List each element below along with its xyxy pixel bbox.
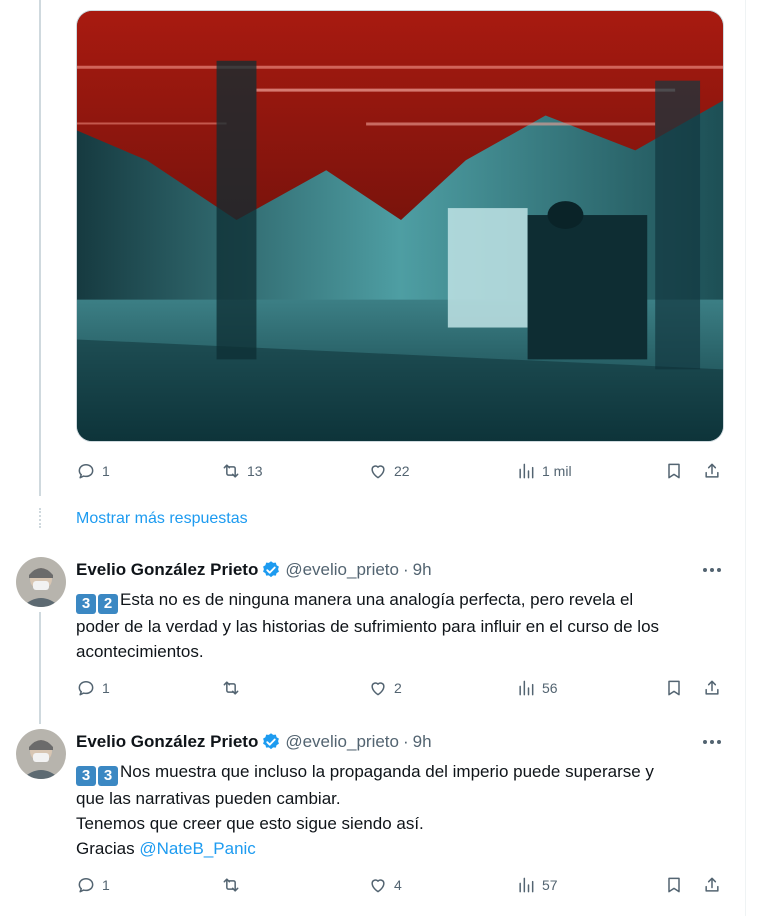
more-options-button[interactable] xyxy=(700,732,724,752)
display-name[interactable]: Evelio González Prieto xyxy=(76,560,258,580)
view-count: 57 xyxy=(542,877,558,893)
heart-icon xyxy=(371,682,385,696)
tweet-header: Evelio González Prieto @evelio_prieto · … xyxy=(76,558,432,582)
mention-link[interactable]: @NateB_Panic xyxy=(139,839,256,858)
views-button[interactable]: 57 xyxy=(516,870,558,900)
user-avatar-photo xyxy=(16,557,66,607)
reply-button[interactable]: 1 xyxy=(76,456,110,486)
like-count: 4 xyxy=(394,877,402,893)
reply-button[interactable]: 1 xyxy=(76,673,110,703)
more-dot-icon xyxy=(703,740,707,744)
display-name[interactable]: Evelio González Prieto xyxy=(76,732,258,752)
bookmark-button[interactable] xyxy=(664,673,684,703)
tweet-text-line: que las narrativas pueden cambiar. xyxy=(76,789,341,808)
reply-icon xyxy=(78,878,94,893)
user-handle[interactable]: @evelio_prieto xyxy=(285,560,399,580)
like-count: 2 xyxy=(394,680,402,696)
share-button[interactable] xyxy=(702,456,722,486)
keycap-digit-icon: 2 xyxy=(98,594,118,614)
view-count: 1 mil xyxy=(542,463,572,479)
tweet-actions: 1 4 57 xyxy=(76,870,724,900)
share-icon xyxy=(705,680,719,695)
bookmark-button[interactable] xyxy=(664,456,684,486)
keycap-digit-icon: 3 xyxy=(76,766,96,786)
hallway-photo xyxy=(77,11,723,441)
retweet-button[interactable] xyxy=(221,870,247,900)
timestamp[interactable]: 9h xyxy=(413,560,432,580)
more-dot-icon xyxy=(717,740,721,744)
views-chart-icon xyxy=(519,680,534,696)
tweet-text-line: Gracias xyxy=(76,839,135,858)
like-count: 22 xyxy=(394,463,410,479)
like-button[interactable]: 2 xyxy=(368,673,402,703)
keycap-digit-icon: 3 xyxy=(98,766,118,786)
bookmark-icon xyxy=(668,463,680,479)
avatar[interactable] xyxy=(16,729,66,779)
tweet-text-line: poder de la verdad y las historias de su… xyxy=(76,617,660,636)
retweet-count: 13 xyxy=(247,463,263,479)
more-dot-icon xyxy=(703,568,707,572)
more-dot-icon xyxy=(717,568,721,572)
like-button[interactable]: 4 xyxy=(368,870,402,900)
user-avatar-photo xyxy=(16,729,66,779)
reply-count: 1 xyxy=(102,877,110,893)
verified-badge-icon xyxy=(263,561,280,578)
reply-icon xyxy=(78,681,94,696)
more-dot-icon xyxy=(710,740,714,744)
thread-connector-line xyxy=(39,0,41,496)
share-icon xyxy=(705,877,719,892)
like-button[interactable]: 22 xyxy=(368,456,410,486)
tweet-text: 3 2 Esta no es de ninguna manera una analo… xyxy=(76,587,726,664)
heart-icon xyxy=(371,465,385,479)
view-count: 56 xyxy=(542,680,558,696)
retweet-button[interactable] xyxy=(221,673,247,703)
thread-connector-line xyxy=(39,612,41,724)
tweet-text-line: Tenemos que creer que esto sigue siendo … xyxy=(76,814,424,833)
timestamp[interactable]: 9h xyxy=(413,732,432,752)
more-options-button[interactable] xyxy=(700,560,724,580)
reply-icon xyxy=(78,464,94,479)
retweet-button[interactable]: 13 xyxy=(221,456,263,486)
retweet-icon xyxy=(223,681,239,695)
tweet-actions: 1 2 56 xyxy=(76,673,724,703)
more-dot-icon xyxy=(710,568,714,572)
tweet-actions: 1 13 22 1 mil xyxy=(76,456,724,486)
thread-dotted-connector xyxy=(39,508,41,528)
views-button[interactable]: 1 mil xyxy=(516,456,572,486)
keycap-digit-icon: 3 xyxy=(76,594,96,614)
tweet-header: Evelio González Prieto @evelio_prieto · … xyxy=(76,730,432,754)
views-chart-icon xyxy=(519,877,534,893)
bookmark-icon xyxy=(668,680,680,696)
tweet-text: 3 3 Nos muestra que incluso la propaganda … xyxy=(76,759,726,861)
retweet-icon xyxy=(223,878,239,892)
separator-dot: · xyxy=(402,732,409,751)
share-icon xyxy=(705,463,719,478)
user-handle[interactable]: @evelio_prieto xyxy=(285,732,399,752)
share-button[interactable] xyxy=(702,870,722,900)
reply-thread: 1 13 22 1 mil Mostrar más respuestas Eve… xyxy=(0,0,746,916)
reply-count: 1 xyxy=(102,463,110,479)
tweet-text-line: acontecimientos. xyxy=(76,642,204,661)
reply-count: 1 xyxy=(102,680,110,696)
avatar[interactable] xyxy=(16,557,66,607)
verified-badge-icon xyxy=(263,733,280,750)
tweet-text-line: Nos muestra que incluso la propaganda de… xyxy=(120,762,654,781)
bookmark-icon xyxy=(668,877,680,893)
separator-dot: · xyxy=(402,560,409,579)
views-button[interactable]: 56 xyxy=(516,673,558,703)
reply-button[interactable]: 1 xyxy=(76,870,110,900)
retweet-icon xyxy=(223,464,239,478)
bookmark-button[interactable] xyxy=(664,870,684,900)
heart-icon xyxy=(371,879,385,893)
tweet-text-line: Esta no es de ninguna manera una analogí… xyxy=(120,590,634,609)
share-button[interactable] xyxy=(702,673,722,703)
show-more-replies-link[interactable]: Mostrar más respuestas xyxy=(76,510,248,528)
tweet-image[interactable] xyxy=(76,10,724,442)
views-chart-icon xyxy=(519,463,534,479)
